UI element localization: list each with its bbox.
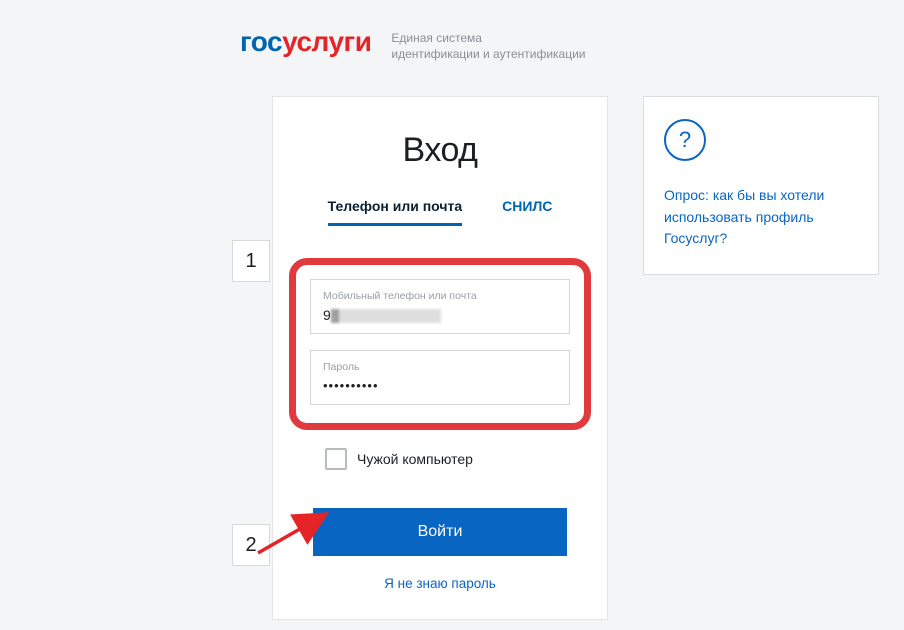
- password-field-label: Пароль: [323, 361, 557, 373]
- login-tabs: Телефон или почта СНИЛС: [299, 198, 581, 226]
- foreign-computer-row: Чужой компьютер: [325, 448, 581, 470]
- foreign-computer-label: Чужой компьютер: [357, 451, 473, 467]
- login-value-prefix: 9: [323, 307, 331, 323]
- login-field[interactable]: Мобильный телефон или почта 9: [310, 279, 570, 334]
- survey-link[interactable]: Опрос: как бы вы хотели использовать про…: [664, 185, 858, 250]
- password-field-value: ••••••••••: [323, 378, 557, 396]
- login-title: Вход: [299, 131, 581, 170]
- annotation-marker-2: 2: [232, 524, 270, 566]
- annotation-marker-1: 1: [232, 240, 270, 282]
- login-field-label: Мобильный телефон или почта: [323, 290, 557, 302]
- login-card: Вход Телефон или почта СНИЛС Мобильный т…: [272, 96, 608, 620]
- forgot-password-link[interactable]: Я не знаю пароль: [299, 576, 581, 591]
- login-value-obscured: [331, 309, 441, 323]
- credentials-highlight: Мобильный телефон или почта 9 Пароль •••…: [289, 258, 591, 430]
- password-field[interactable]: Пароль ••••••••••: [310, 350, 570, 405]
- question-icon: ?: [664, 119, 706, 161]
- foreign-computer-checkbox[interactable]: [325, 448, 347, 470]
- logo-part-2: услуги: [282, 26, 371, 57]
- tagline-line-1: Единая система: [391, 30, 585, 46]
- tab-phone-email[interactable]: Телефон или почта: [328, 198, 463, 226]
- logo-part-1: гос: [240, 26, 282, 57]
- login-button[interactable]: Войти: [313, 508, 567, 556]
- tagline: Единая система идентификации и аутентифи…: [391, 26, 585, 62]
- login-field-value: 9: [323, 307, 557, 325]
- site-header: госуслуги Единая система идентификации и…: [240, 26, 585, 62]
- survey-card: ? Опрос: как бы вы хотели использовать п…: [643, 96, 879, 275]
- tagline-line-2: идентификации и аутентификации: [391, 46, 585, 62]
- logo: госуслуги: [240, 26, 371, 58]
- tab-snils[interactable]: СНИЛС: [502, 198, 552, 226]
